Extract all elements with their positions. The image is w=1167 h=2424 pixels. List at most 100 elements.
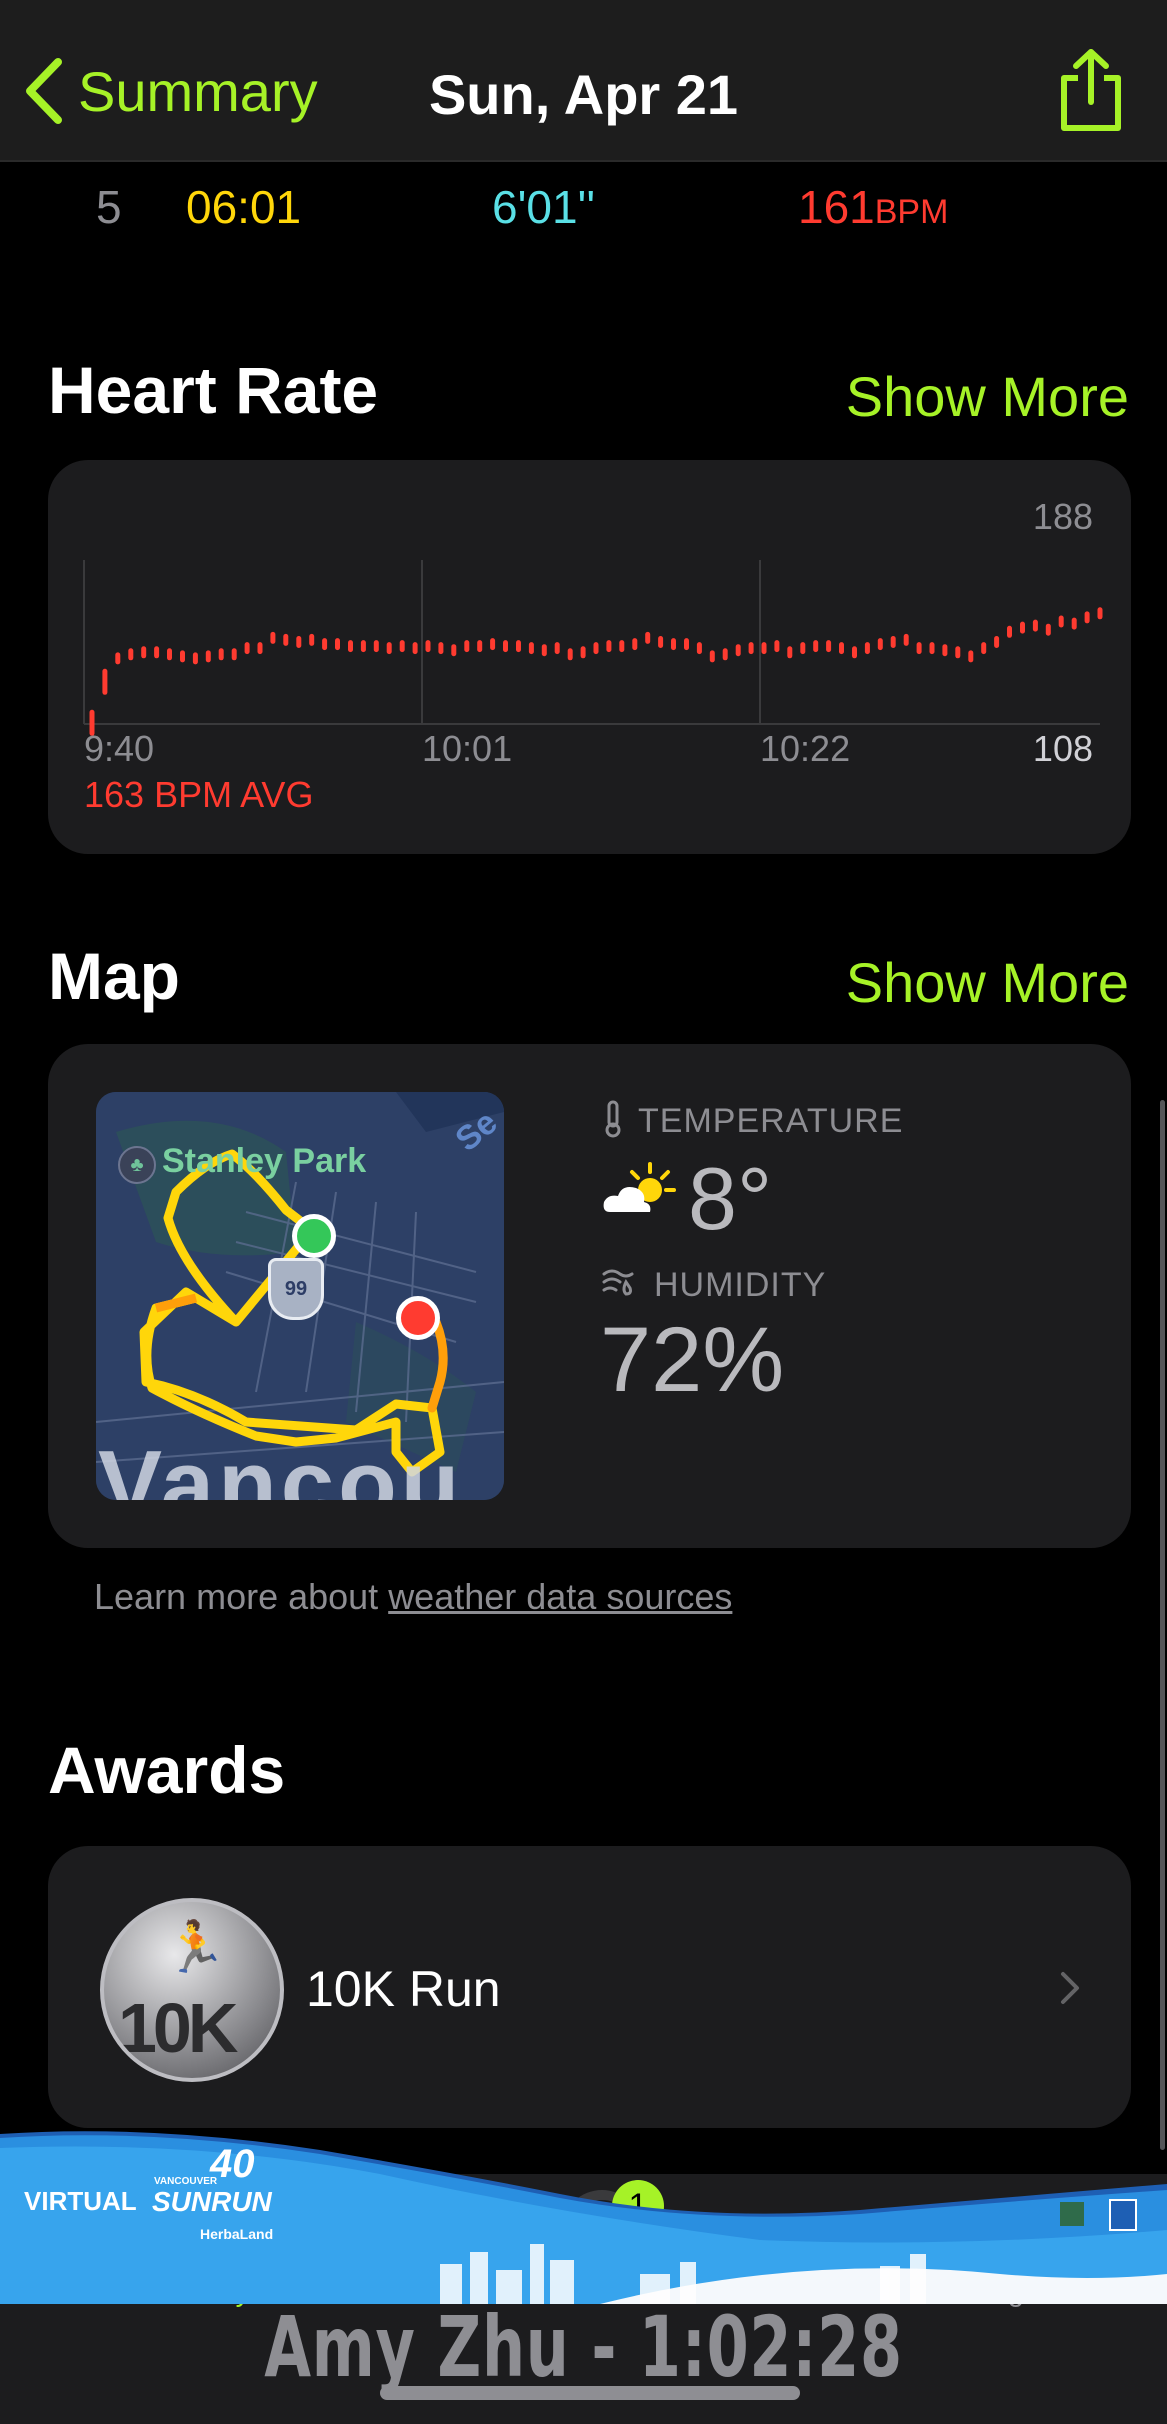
temperature-value: 8° xyxy=(688,1149,773,1248)
hr-sample-mark xyxy=(192,652,198,665)
back-label[interactable]: Summary xyxy=(78,59,318,124)
hr-sample-mark xyxy=(1045,623,1051,636)
hr-sample-mark xyxy=(205,650,211,663)
award-badge-text: 10K xyxy=(118,1989,238,2067)
chevron-left-icon xyxy=(26,58,62,124)
hr-sample-mark xyxy=(1032,619,1038,632)
map-show-more[interactable]: Show More xyxy=(846,950,1129,1015)
back-button[interactable]: Summary xyxy=(24,58,318,124)
hr-sample-mark xyxy=(968,650,974,663)
share-button[interactable] xyxy=(1056,48,1126,137)
highway-sign-number: 99 xyxy=(284,1278,308,1300)
hr-sample-mark xyxy=(1058,615,1064,628)
hr-x-label-0: 9:40 xyxy=(84,728,155,769)
humidity-label: HUMIDITY xyxy=(654,1266,827,1304)
hr-sample-mark xyxy=(528,642,534,655)
hr-sample-mark xyxy=(580,646,586,659)
hr-sample-mark xyxy=(425,640,431,653)
hr-sample-mark xyxy=(1007,625,1012,638)
hr-sample-mark xyxy=(309,633,315,646)
humidity-icon xyxy=(602,1269,634,1296)
hr-sample-mark xyxy=(800,642,806,655)
hr-x-label-1: 10:01 xyxy=(422,728,513,769)
hr-max-label: 188 xyxy=(1032,496,1093,537)
hr-sample-mark xyxy=(684,638,689,651)
navigation-bar: Summary Sun, Apr 21 xyxy=(0,0,1167,162)
split-pace: 6'01'' xyxy=(492,181,596,233)
hr-sample-mark xyxy=(399,640,405,653)
hr-sample-mark xyxy=(1071,617,1077,630)
partly-sunny-icon xyxy=(603,1162,676,1212)
scroll-indicator[interactable] xyxy=(1160,1100,1165,2150)
hr-sample-mark xyxy=(916,642,922,655)
hr-sample-mark xyxy=(412,642,418,655)
hr-sample-mark xyxy=(231,648,237,661)
hr-sample-mark xyxy=(490,638,496,651)
hr-sample-mark xyxy=(270,631,276,644)
hr-sample-mark xyxy=(994,636,1000,648)
hr-sample-mark xyxy=(942,644,948,657)
split-hr-value: 161 xyxy=(798,181,875,233)
hr-sample-mark xyxy=(373,640,379,653)
weather-sources-link[interactable]: weather data sources xyxy=(388,1576,732,1617)
hr-sample-mark xyxy=(696,642,702,655)
hr-sample-mark xyxy=(167,648,172,661)
map-city-text: Vancou xyxy=(98,1431,464,1500)
thermometer-icon xyxy=(605,1100,621,1138)
hr-sample-mark xyxy=(516,640,521,653)
event-banner: VIRTUAL VANCOUVER 40 SUNRUN HerbaLand xyxy=(0,2124,1167,2304)
route-start-marker xyxy=(292,1214,336,1258)
split-hr-unit: BPM xyxy=(874,193,949,231)
hr-sample-mark xyxy=(102,668,108,695)
park-pin-icon: ♣ xyxy=(118,1146,156,1184)
hr-sample-mark xyxy=(128,648,134,661)
award-badge: 🏃 10K xyxy=(100,1898,284,2082)
hr-sample-mark xyxy=(244,642,250,655)
highway-sign: 99 xyxy=(268,1258,324,1320)
hr-sample-mark xyxy=(154,646,160,659)
heart-rate-show-more[interactable]: Show More xyxy=(846,364,1129,429)
hr-sample-mark xyxy=(296,636,302,648)
route-map[interactable]: ♣ Stanley Park Se 99 Vancou xyxy=(96,1092,504,1500)
route-end-marker xyxy=(396,1296,440,1340)
hr-sample-mark xyxy=(929,642,935,655)
hr-sample-mark xyxy=(283,633,289,646)
home-indicator[interactable] xyxy=(380,2386,800,2400)
hr-sample-mark xyxy=(632,638,638,651)
hr-sample-mark xyxy=(813,640,819,653)
map-place-label: Stanley Park xyxy=(162,1142,367,1180)
hr-sample-mark xyxy=(1020,621,1025,634)
hr-sample-mark xyxy=(115,652,121,665)
hr-sample-mark xyxy=(877,638,883,651)
hr-sample-mark xyxy=(386,642,392,655)
split-heart-rate: 161BPM xyxy=(798,180,948,234)
split-index: 5 xyxy=(96,181,122,233)
hr-sample-mark xyxy=(554,642,560,655)
hr-sample-mark xyxy=(438,642,444,655)
heart-rate-card[interactable]: 188 9:40 10:01 10:22 108 163 BPM AVG xyxy=(48,460,1131,854)
hr-sample-mark xyxy=(477,640,483,653)
hr-sample-mark xyxy=(852,646,857,659)
map-title: Map xyxy=(48,939,180,1013)
hr-sample-mark xyxy=(360,640,366,653)
hr-sample-mark xyxy=(826,640,832,653)
hr-sample-mark xyxy=(658,636,664,648)
hr-sample-mark xyxy=(541,644,547,657)
hr-sample-mark xyxy=(864,642,870,655)
banner-event-name: SUNRUN xyxy=(152,2186,272,2217)
hr-sample-mark xyxy=(503,640,508,653)
map-card[interactable]: ♣ Stanley Park Se 99 Vancou TEMPERATURE … xyxy=(48,1044,1131,1548)
heart-rate-title: Heart Rate xyxy=(48,353,379,427)
hr-sample-mark xyxy=(451,644,457,657)
hr-sample-mark xyxy=(218,648,224,661)
temperature-label: TEMPERATURE xyxy=(638,1102,904,1140)
banner-sponsor: HerbaLand xyxy=(200,2226,274,2242)
chevron-right-icon xyxy=(1061,1972,1079,2004)
hr-sample-mark xyxy=(619,640,625,653)
humidity-value: 72% xyxy=(600,1309,785,1411)
weather-footnote: Learn more about weather data sources xyxy=(94,1576,732,1618)
hr-sample-mark xyxy=(180,650,185,663)
hr-sample-mark xyxy=(761,642,767,655)
hr-sample-mark xyxy=(955,646,961,659)
award-item[interactable]: 🏃 10K 10K Run xyxy=(48,1846,1131,2128)
